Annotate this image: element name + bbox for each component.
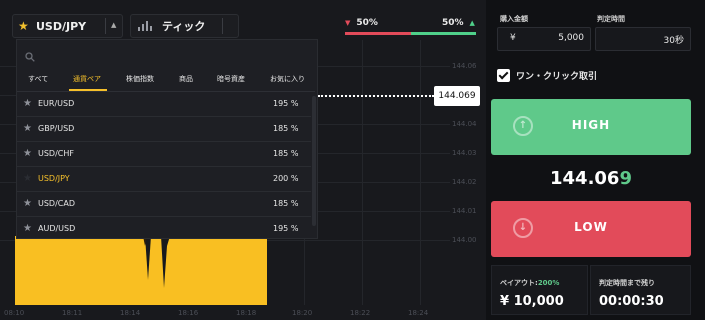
- amount-field[interactable]: ¥ 5,000: [497, 27, 591, 51]
- chart-area-fill: [15, 236, 267, 305]
- y-tick-label: 144.01: [452, 207, 477, 215]
- x-tick-label: 18:11: [62, 309, 83, 317]
- selector-divider: [105, 18, 106, 34]
- star-icon[interactable]: ★: [23, 198, 32, 209]
- grid-line-v: [362, 40, 363, 305]
- list-item[interactable]: ★ GBP/USD 185 %: [17, 117, 311, 142]
- star-icon[interactable]: ★: [23, 173, 32, 184]
- symbol-selector[interactable]: ★ USD/JPY ▲: [12, 14, 123, 38]
- duration-field[interactable]: 30秒: [595, 27, 691, 51]
- payout-label-text: ペイアウト:: [500, 279, 538, 287]
- duration-value: 30秒: [663, 36, 684, 46]
- x-tick-label: 08:10: [4, 309, 25, 317]
- tab-favorites[interactable]: お気に入り: [270, 74, 305, 84]
- y-tick-label: 144.06: [452, 62, 477, 70]
- rate-main: 144.06: [550, 168, 620, 189]
- list-item[interactable]: ★ USD/CHF 185 %: [17, 142, 311, 167]
- payout-rate: 185 %: [273, 124, 299, 133]
- x-tick-label: 18:20: [292, 309, 313, 317]
- caret-up-icon[interactable]: ▲: [111, 21, 116, 29]
- time-left-box: 判定時間まで残り 00:00:30: [590, 265, 691, 315]
- time-left-value: 00:00:30: [599, 294, 664, 309]
- triangle-up-icon: ▲: [469, 19, 475, 27]
- payout-rate: 185 %: [273, 149, 299, 158]
- star-icon[interactable]: ★: [23, 148, 32, 159]
- sentiment-down: ▼ 50%: [345, 18, 378, 28]
- amount-value: 5,000: [558, 33, 584, 43]
- list-item[interactable]: ★ USD/CAD 185 %: [17, 192, 311, 217]
- list-item[interactable]: ★ AUD/USD 195 %: [17, 217, 311, 242]
- x-tick-label: 18:16: [178, 309, 199, 317]
- star-icon[interactable]: ★: [23, 123, 32, 134]
- time-left-label: 判定時間まで残り: [599, 279, 655, 287]
- x-tick-label: 18:24: [408, 309, 429, 317]
- sentiment-up-pct: 50%: [442, 18, 464, 28]
- dropdown-scrollbar[interactable]: [312, 96, 316, 226]
- current-price-tag: 144.069: [434, 86, 480, 106]
- tab-currency-pairs[interactable]: 通貨ペア: [73, 74, 101, 84]
- symbol-name: USD/CHF: [38, 149, 74, 158]
- star-icon[interactable]: ★: [23, 223, 32, 234]
- low-label: LOW: [574, 220, 608, 234]
- symbol-label: USD/JPY: [36, 19, 87, 33]
- y-tick-label: 144.04: [452, 120, 477, 128]
- chart-type-selector[interactable]: ティック: [130, 14, 239, 38]
- x-tick-label: 18:18: [236, 309, 257, 317]
- high-label: HIGH: [571, 118, 611, 132]
- symbol-dropdown: すべて 通貨ペア 株価指数 商品 暗号資産 お気に入り ★ EUR/USD 19…: [16, 39, 318, 239]
- grid-line-v: [420, 40, 421, 305]
- sentiment-bar-down: [345, 32, 411, 35]
- list-item-selected[interactable]: ★ USD/JPY 200 %: [17, 167, 311, 192]
- y-tick-label: 144.00: [452, 236, 477, 244]
- chart-type-label: ティック: [162, 20, 206, 33]
- payout-rate: 200 %: [273, 174, 299, 183]
- rate-last-digit: 9: [619, 168, 632, 189]
- favorite-star-icon[interactable]: ★: [18, 19, 32, 33]
- currency-symbol: ¥: [510, 33, 516, 43]
- symbol-name: EUR/USD: [38, 99, 75, 108]
- payout-box: ペイアウト:200% ¥ 10,000: [491, 265, 588, 315]
- selector-divider: [222, 18, 223, 34]
- y-tick-label: 144.02: [452, 178, 477, 186]
- symbol-name: USD/JPY: [38, 174, 70, 183]
- y-tick-label: 144.03: [452, 149, 477, 157]
- chart-spikes: [143, 236, 170, 288]
- high-button[interactable]: ↑ HIGH: [491, 99, 691, 155]
- sentiment-bar: [345, 32, 476, 35]
- payout-pct: 200%: [537, 279, 560, 287]
- sentiment-down-pct: 50%: [356, 18, 378, 28]
- duration-label: 判定時間: [597, 15, 625, 23]
- low-button[interactable]: ↓ LOW: [491, 201, 691, 257]
- one-click-toggle[interactable]: ワン・クリック取引: [497, 63, 597, 87]
- amount-label: 購入金額: [500, 15, 528, 23]
- tab-all[interactable]: すべて: [28, 74, 48, 84]
- payout-rate: 195 %: [273, 224, 299, 233]
- sentiment-up: 50% ▲: [442, 18, 475, 28]
- symbol-name: AUD/USD: [38, 224, 76, 233]
- current-rate: 144.069: [491, 168, 691, 189]
- tab-commodities[interactable]: 商品: [179, 74, 193, 84]
- triangle-down-icon: ▼: [345, 19, 351, 27]
- tab-crypto[interactable]: 暗号資産: [217, 74, 245, 84]
- symbol-name: GBP/USD: [38, 124, 75, 133]
- payout-value: ¥ 10,000: [500, 294, 564, 309]
- current-price-line: [318, 95, 434, 97]
- dropdown-tabs: すべて 通貨ペア 株価指数 商品 暗号資産 お気に入り: [17, 72, 317, 92]
- tab-stock-indices[interactable]: 株価指数: [126, 74, 154, 84]
- star-icon[interactable]: ★: [23, 98, 32, 109]
- list-item[interactable]: ★ EUR/USD 195 %: [17, 92, 311, 117]
- bar-chart-icon: [138, 21, 152, 31]
- symbol-name: USD/CAD: [38, 199, 76, 208]
- payout-rate: 195 %: [273, 99, 299, 108]
- one-click-checkbox[interactable]: [497, 68, 510, 82]
- payout-rate: 185 %: [273, 199, 299, 208]
- one-click-label: ワン・クリック取引: [516, 71, 598, 82]
- x-tick-label: 18:14: [120, 309, 141, 317]
- search-icon[interactable]: [25, 52, 35, 65]
- x-tick-label: 18:22: [350, 309, 371, 317]
- payout-label: ペイアウト:200%: [500, 278, 559, 288]
